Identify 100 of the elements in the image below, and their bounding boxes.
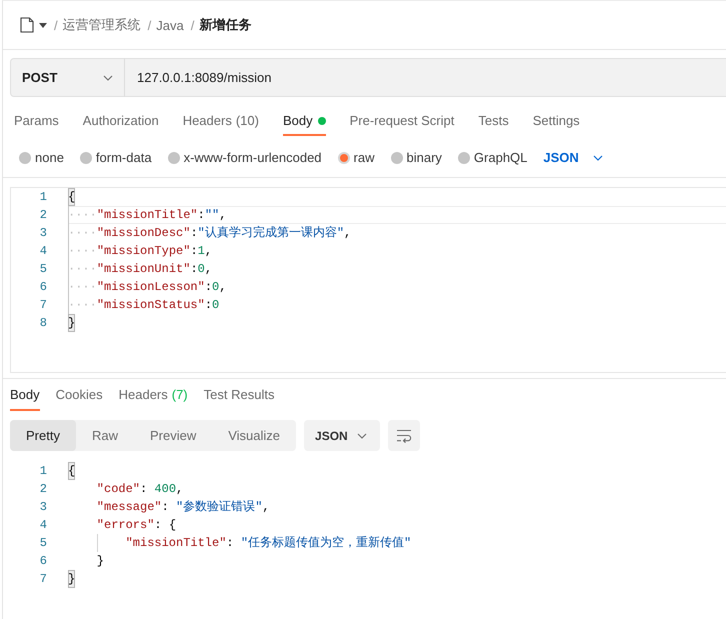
radio-button[interactable] (19, 152, 31, 164)
radio-button[interactable] (458, 152, 470, 164)
json-punctuation: : (162, 499, 170, 516)
request-tab[interactable]: Settings (532, 109, 580, 136)
radio-button[interactable] (390, 152, 402, 164)
json-punctuation: , (219, 207, 226, 224)
view-mode-tab[interactable]: Raw (76, 420, 134, 451)
method-dropdown[interactable]: POST (10, 58, 125, 97)
url-field[interactable]: 127.0.0.1:8089/mission (124, 58, 726, 97)
response-tab[interactable]: Body (10, 379, 40, 411)
breadcrumb-item[interactable]: 运营管理系统 (62, 16, 141, 34)
line-number: 4 (38, 517, 47, 534)
json-number: 0 (212, 279, 220, 296)
chevron-down-icon (103, 74, 113, 80)
json-punctuation: , (219, 279, 226, 296)
json-punctuation: : (198, 207, 205, 224)
json-key: "missionLesson" (96, 278, 205, 296)
whitespace-marker: ···· (68, 297, 97, 314)
json-key: "missionType" (96, 242, 190, 260)
json-punctuation: : (140, 481, 148, 498)
json-punctuation: : (190, 225, 198, 242)
breadcrumb-item: 新增任务 (199, 16, 252, 34)
wrap-lines-icon (396, 428, 412, 442)
line-number: 5 (38, 535, 47, 552)
json-key: "missionUnit" (96, 260, 190, 278)
line-number: 3 (38, 225, 47, 242)
line-number: 5 (38, 261, 47, 278)
whitespace-marker: ···· (68, 225, 97, 242)
radio-label[interactable]: none (35, 148, 64, 168)
radio-label[interactable]: raw (354, 148, 374, 168)
radio-label[interactable]: form-data (96, 148, 152, 168)
request-tab[interactable]: Authorization (82, 109, 159, 136)
request-tab[interactable]: Params (14, 109, 59, 136)
json-string: "认真学习完成第一课内容" (198, 224, 344, 242)
line-number: 2 (38, 481, 47, 498)
json-string: "" (204, 207, 220, 224)
json-bracket: } (96, 553, 104, 570)
line-number: 1 (38, 189, 47, 206)
json-number: 400 (154, 481, 176, 498)
radio-button[interactable] (168, 152, 180, 164)
json-punctuation: : (204, 297, 212, 314)
request-tab[interactable]: Pre-request Script (350, 109, 454, 136)
json-key: "missionStatus" (96, 296, 205, 314)
json-key: "missionTitle" (96, 206, 198, 224)
caret-icon[interactable] (39, 22, 47, 28)
request-tab[interactable]: Headers (10) (182, 109, 259, 136)
code-editor[interactable]: 1 { 2 ····"missionTitle":"", 3 ····"missionDesc":"认真学习完成第一课内容", 4 ····"missionType":1, 5 ····"missionUnit":0, 6 ····"missionLesson":0, 7 ····"missionStatus":0 8 } (10, 187, 726, 373)
breadcrumb-separator: / (148, 18, 152, 32)
response-format-dropdown[interactable]: JSON (304, 420, 380, 451)
radio-label[interactable]: binary (406, 148, 442, 168)
response-tab[interactable]: Cookies (56, 379, 103, 411)
chevron-down-icon (357, 432, 368, 438)
line-number: 8 (38, 315, 47, 332)
whitespace-marker: ···· (68, 243, 97, 260)
json-punctuation: , (344, 225, 352, 242)
breadcrumb-separator: / (190, 18, 194, 32)
radio-button[interactable] (80, 152, 92, 164)
json-key: "code" (96, 480, 140, 498)
radio-label[interactable]: GraphQL (474, 148, 528, 168)
json-bracket: { (168, 517, 176, 534)
breadcrumb-item[interactable]: Java (156, 18, 184, 32)
json-punctuation: : (226, 535, 235, 552)
line-number: 7 (38, 297, 47, 314)
request-tab[interactable]: Body (282, 109, 326, 136)
json-key: "errors" (96, 516, 154, 534)
json-bracket: } (68, 314, 76, 332)
whitespace-marker: ···· (68, 279, 97, 296)
json-number: 1 (198, 243, 205, 260)
breadcrumb-separator: / (54, 18, 58, 32)
view-mode-tab[interactable]: Preview (134, 420, 212, 451)
json-key: "missionTitle" (126, 534, 226, 552)
json-punctuation: : (190, 243, 198, 260)
line-number: 1 (38, 463, 47, 480)
radio-label[interactable]: x-www-form-urlencoded (184, 148, 322, 168)
json-bracket: { (68, 188, 76, 206)
line-number: 6 (38, 279, 47, 296)
json-punctuation: , (262, 499, 270, 516)
response-tab[interactable]: Test Results (204, 379, 274, 411)
radio-button[interactable] (338, 152, 350, 164)
line-number: 6 (38, 553, 47, 570)
json-key: "message" (96, 498, 162, 516)
line-number: 3 (38, 499, 47, 516)
view-mode-tab[interactable]: Pretty (10, 420, 76, 451)
view-mode-tab[interactable]: Visualize (212, 420, 296, 451)
json-number: 0 (212, 297, 220, 314)
whitespace-marker: ···· (68, 207, 97, 224)
response-tab[interactable]: Headers (7) (118, 379, 188, 411)
json-string: "参数验证错误" (176, 499, 262, 516)
json-punctuation: , (204, 243, 212, 260)
document-icon[interactable] (20, 17, 34, 33)
wrap-lines-button[interactable] (388, 420, 420, 451)
json-string: "任务标题传值为空，重新传值" (240, 535, 412, 552)
json-punctuation: : (154, 517, 163, 534)
json-key: "missionDesc" (96, 224, 190, 242)
json-punctuation: : (204, 279, 212, 296)
line-number: 7 (38, 571, 47, 588)
body-format-dropdown[interactable]: JSON (543, 148, 603, 168)
json-punctuation: : (190, 261, 198, 278)
request-tab[interactable]: Tests (478, 109, 509, 136)
line-number: 2 (38, 207, 47, 224)
